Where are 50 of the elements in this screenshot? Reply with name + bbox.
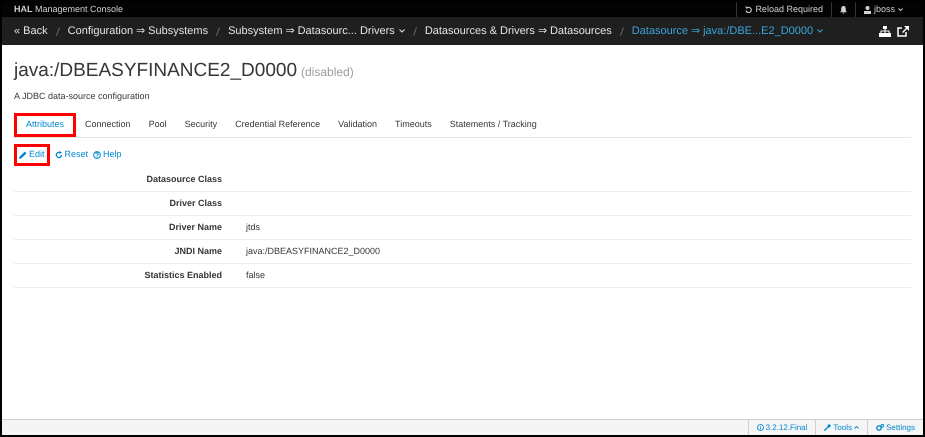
breadcrumb-link[interactable]: Subsystem ⇒ Datasourc... Drivers [228,22,405,40]
page-description: A JDBC data-source configuration [14,90,151,103]
caret-icon [398,29,405,33]
wrench-icon [824,424,832,431]
undo-icon [745,6,752,13]
state-label: (disabled) [301,64,354,81]
edit-link[interactable]: Edit [14,144,50,166]
refresh-icon [54,151,63,159]
tab[interactable]: Timeouts [386,113,441,137]
tab[interactable]: Connection [76,113,140,137]
breadcrumb-separator-icon [412,26,417,36]
tab[interactable]: Attributes [14,113,76,137]
external-link-icon[interactable] [897,26,909,36]
tab[interactable]: Validation [329,113,386,137]
bell-icon [840,6,847,14]
breadcrumb-link[interactable]: Configuration ⇒ Subsystems [68,22,208,40]
tab[interactable]: Statements / Tracking [440,113,546,137]
breadcrumb-link[interactable]: Datasources & Drivers ⇒ Datasources [424,22,612,40]
breadcrumb-link[interactable]: « Back [14,22,48,40]
settings-button[interactable]: Settings [867,420,923,435]
attribute-label: Statistics Enabled [143,268,222,282]
breadcrumb-separator-icon [216,26,220,36]
breadcrumb-link[interactable]: Datasource ⇒ java:/DBE...E2_D0000 [632,22,824,40]
caret-icon [854,426,860,429]
tab[interactable]: Security [176,113,226,137]
version-button[interactable]: 3.2.12.Final [748,420,816,435]
settings-icon [876,424,884,431]
attribute-label: Driver Name [168,220,222,234]
tab[interactable]: Pool [140,113,176,137]
attribute-value: java:/DBEASYFINANCE2_D0000 [246,244,380,258]
reset-link[interactable]: Reset [54,144,88,166]
app-title: HAL Management Console [14,2,124,16]
caret-icon [898,8,903,11]
sitemap-icon[interactable] [879,26,891,36]
attribute-label: JNDI Name [173,244,222,258]
breadcrumb-separator-icon [56,26,60,36]
tab[interactable]: Credential Reference [226,113,330,137]
pencil-icon [19,151,27,159]
attribute-label: Datasource Class [145,172,222,186]
help-link[interactable]: Help [93,144,122,166]
info-icon [756,424,764,431]
attribute-value: jtds [246,220,260,234]
user-icon [864,6,871,14]
tools-button[interactable]: Tools [815,420,868,435]
attribute-label: Driver Class [168,196,222,210]
breadcrumb-separator-icon [620,26,624,36]
attribute-value: false [246,268,266,282]
caret-icon [817,29,824,33]
help-icon [93,151,102,159]
page-title: java:/DBEASYFINANCE2_D0000 [14,59,298,83]
